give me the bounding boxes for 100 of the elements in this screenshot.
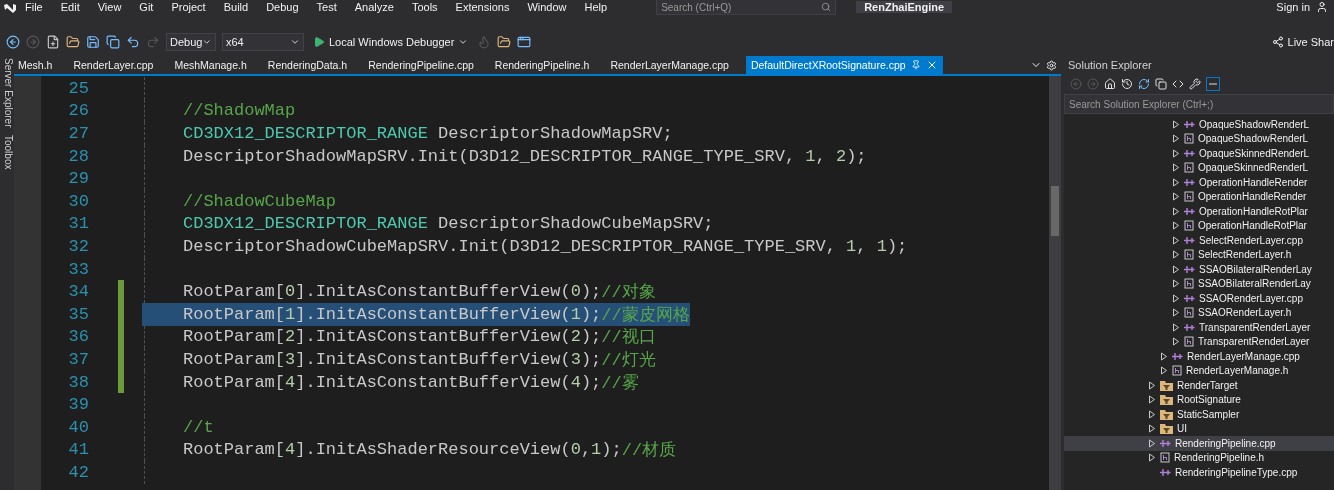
menu-item[interactable]: Debug xyxy=(257,0,308,14)
home-icon[interactable] xyxy=(1104,78,1116,90)
settings-icon[interactable] xyxy=(1046,59,1057,71)
menu-item[interactable]: Build xyxy=(214,0,258,14)
sync-icon[interactable] xyxy=(1138,78,1150,90)
file-tab[interactable]: RenderingPipeline.h xyxy=(490,56,607,74)
wrench-icon[interactable] xyxy=(1189,78,1201,90)
menu-item[interactable]: Edit xyxy=(51,0,89,14)
tree-item[interactable]: RenderingPipeline.cpp xyxy=(1064,436,1334,451)
menu-item[interactable]: Window xyxy=(518,0,576,14)
tree-item[interactable]: RootSignature xyxy=(1064,392,1334,407)
tree-item[interactable]: OperationHandleRender xyxy=(1064,189,1334,204)
file-tab[interactable]: RenderLayer.cpp xyxy=(69,56,171,74)
platform-dropdown[interactable]: x64 xyxy=(222,33,304,51)
expand-arrow-icon[interactable] xyxy=(1172,206,1180,216)
live-share-button[interactable]: Live Shar xyxy=(1271,36,1334,48)
expand-arrow-icon[interactable] xyxy=(1172,134,1180,144)
menu-item[interactable]: Project xyxy=(162,0,215,14)
history-icon[interactable] xyxy=(1121,78,1133,90)
preview-icon[interactable] xyxy=(1206,77,1220,91)
expand-arrow-icon[interactable] xyxy=(1172,235,1180,245)
tree-item[interactable]: OperationHandleRotPlar xyxy=(1064,218,1334,233)
expand-arrow-icon[interactable] xyxy=(1160,366,1168,376)
menu-item[interactable]: View xyxy=(88,0,131,14)
start-debugger-button[interactable]: Local Windows Debugger xyxy=(310,36,472,48)
tree-item[interactable]: SSAORenderLayer.cpp xyxy=(1064,291,1334,306)
sign-in-link[interactable]: Sign in xyxy=(1276,1,1310,13)
user-icon[interactable] xyxy=(1316,1,1328,13)
visual-studio-logo-icon[interactable] xyxy=(4,1,16,13)
tree-item[interactable]: OperationHandleRotPlar xyxy=(1064,204,1334,219)
expand-arrow-icon[interactable] xyxy=(1172,308,1180,318)
menu-item[interactable]: Analyze xyxy=(345,0,403,14)
tree-item[interactable]: RenderingPipelineType.cpp xyxy=(1064,465,1334,480)
tree-item[interactable]: SSAORenderLayer.h xyxy=(1064,305,1334,320)
back-icon[interactable] xyxy=(6,35,20,49)
file-tab[interactable]: RenderingData.h xyxy=(263,56,365,74)
header-file-icon xyxy=(1160,452,1170,464)
file-tab[interactable]: RenderingPipeline.cpp xyxy=(364,56,491,74)
side-tab[interactable]: Toolbox xyxy=(0,135,14,170)
expand-arrow-icon[interactable] xyxy=(1148,395,1156,405)
tree-item[interactable]: TransparentRenderLayer xyxy=(1064,334,1334,349)
tree-item[interactable]: OpaqueSkinnedRenderL xyxy=(1064,160,1334,175)
save-all-icon[interactable] xyxy=(106,35,120,49)
expand-arrow-icon[interactable] xyxy=(1172,250,1180,260)
window-icon[interactable] xyxy=(517,35,532,49)
file-tab[interactable]: MeshManage.h xyxy=(170,56,264,74)
code-icon[interactable] xyxy=(1172,78,1184,90)
tree-item[interactable]: SelectRenderLayer.h xyxy=(1064,247,1334,262)
expand-arrow-icon[interactable] xyxy=(1148,380,1156,390)
open-folder-icon[interactable] xyxy=(66,35,80,49)
menu-item[interactable]: Git xyxy=(130,0,163,14)
side-tab[interactable]: Server Explorer xyxy=(0,58,14,128)
tree-item[interactable]: StaticSampler xyxy=(1064,407,1334,422)
tree-item[interactable]: RenderingPipeline.h xyxy=(1064,450,1334,465)
tree-item[interactable]: RenderTarget xyxy=(1064,378,1334,393)
expand-arrow-icon[interactable] xyxy=(1172,221,1180,231)
save-icon[interactable] xyxy=(86,35,100,49)
tree-item[interactable]: RenderLayerManage.cpp xyxy=(1064,349,1334,364)
tree-item[interactable]: UI xyxy=(1064,421,1334,436)
tree-item[interactable]: TransparentRenderLayer xyxy=(1064,320,1334,335)
tree-item[interactable]: SelectRenderLayer.cpp xyxy=(1064,233,1334,248)
file-tab[interactable]: DefaultDirectXRootSignature.cpp xyxy=(745,56,943,74)
expand-arrow-icon[interactable] xyxy=(1148,453,1156,463)
tree-item[interactable]: OpaqueSkinnedRenderL xyxy=(1064,146,1334,161)
expand-arrow-icon[interactable] xyxy=(1172,322,1180,332)
expand-arrow-icon[interactable] xyxy=(1172,279,1180,289)
scrollbar[interactable] xyxy=(1049,76,1061,490)
expand-arrow-icon[interactable] xyxy=(1172,148,1180,158)
expand-arrow-icon[interactable] xyxy=(1148,438,1156,448)
menu-item[interactable]: File xyxy=(16,0,52,14)
menu-item[interactable]: Help xyxy=(575,0,617,14)
expand-arrow-icon[interactable] xyxy=(1172,293,1180,303)
menu-item[interactable]: Tools xyxy=(402,0,447,14)
menu-item[interactable]: Extensions xyxy=(446,0,519,14)
expand-arrow-icon[interactable] xyxy=(1148,424,1156,434)
undo-icon[interactable] xyxy=(126,35,140,49)
new-file-icon[interactable] xyxy=(46,35,60,49)
configuration-dropdown[interactable]: Debug xyxy=(166,33,216,51)
search-field[interactable]: Search Solution Explorer (Ctrl+;) xyxy=(1064,94,1334,114)
pin-icon[interactable] xyxy=(910,60,921,70)
file-tab[interactable]: RenderLayerManage.cpp xyxy=(606,56,746,74)
search-field[interactable]: Search (Ctrl+Q) xyxy=(656,0,837,15)
expand-arrow-icon[interactable] xyxy=(1172,337,1180,347)
expand-arrow-icon[interactable] xyxy=(1172,192,1180,202)
expand-arrow-icon[interactable] xyxy=(1172,163,1180,173)
collapse-icon[interactable] xyxy=(1155,78,1167,90)
menu-item[interactable]: Test xyxy=(307,0,346,14)
tree-item[interactable]: RenderLayerManage.h xyxy=(1064,363,1334,378)
tree-item[interactable]: OperationHandleRender xyxy=(1064,175,1334,190)
file-tab[interactable]: Mesh.h xyxy=(14,56,70,74)
expand-arrow-icon[interactable] xyxy=(1172,177,1180,187)
expand-arrow-icon[interactable] xyxy=(1160,351,1168,361)
folder-search-icon[interactable] xyxy=(497,35,512,49)
expand-arrow-icon[interactable] xyxy=(1148,409,1156,419)
tree-item[interactable]: OpaqueShadowRenderL xyxy=(1064,131,1334,146)
expand-arrow-icon[interactable] xyxy=(1172,119,1180,129)
tree-item[interactable]: OpaqueShadowRenderL xyxy=(1064,117,1334,132)
expand-arrow-icon[interactable] xyxy=(1172,264,1180,274)
tree-item[interactable]: SSAOBilateralRenderLay xyxy=(1064,262,1334,277)
tree-item[interactable]: SSAOBilateralRenderLay xyxy=(1064,276,1334,291)
